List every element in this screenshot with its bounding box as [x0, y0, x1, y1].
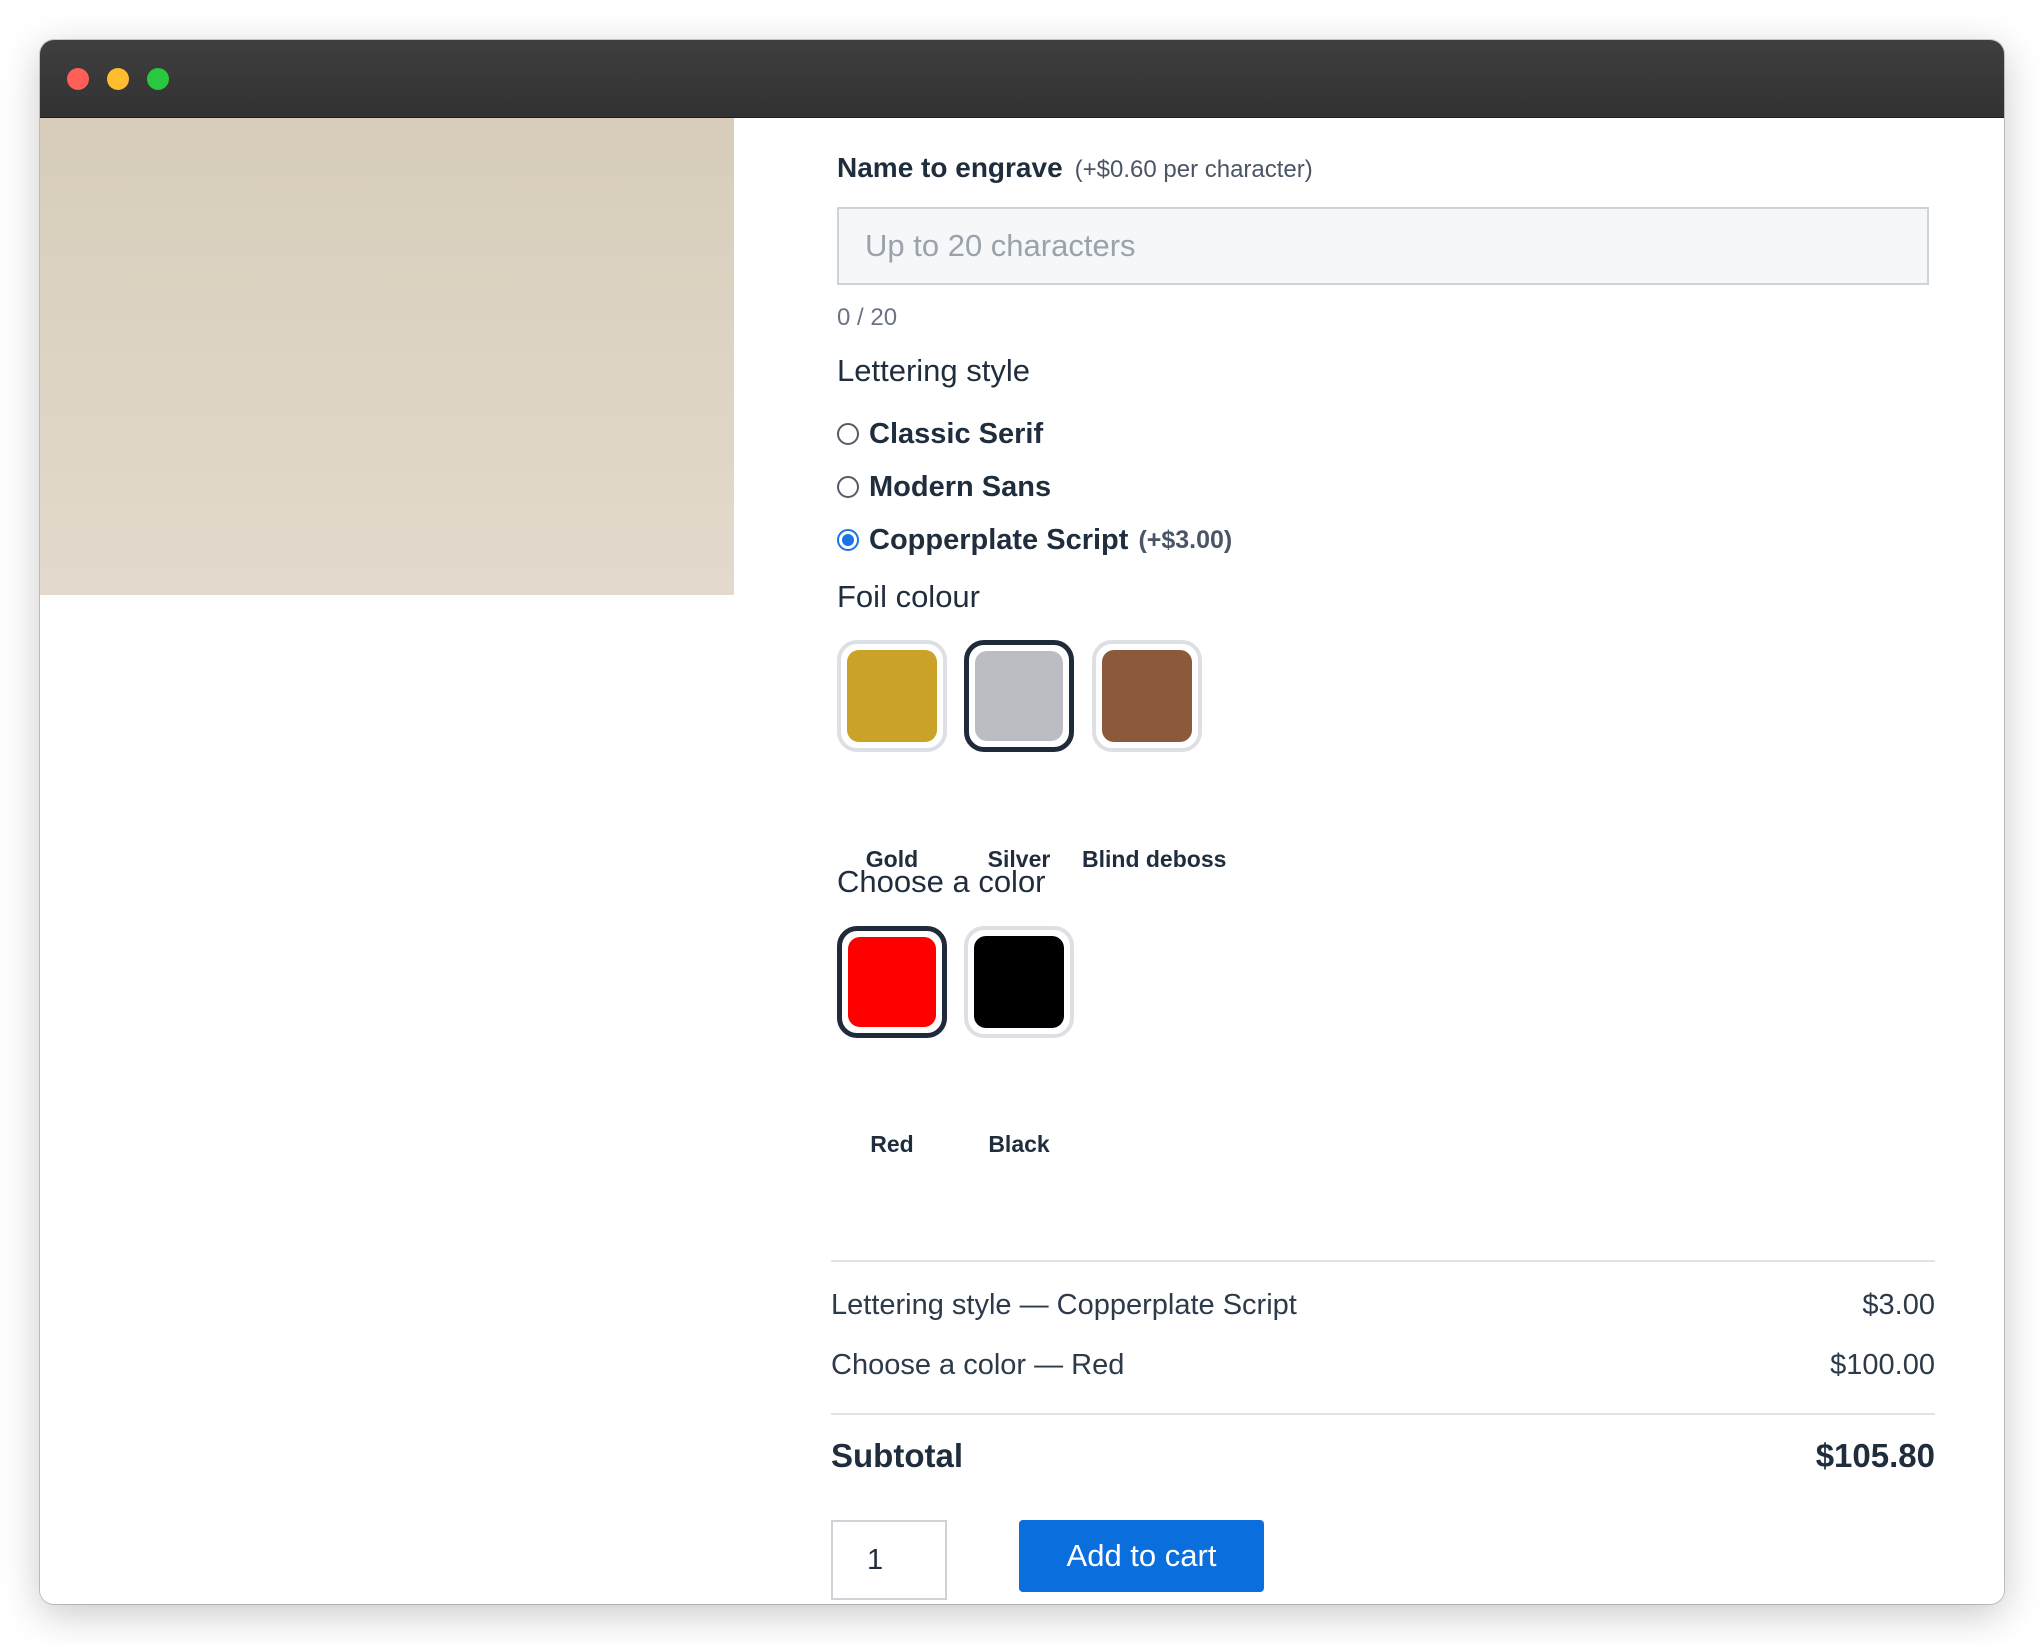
summary-divider-bottom	[831, 1413, 1935, 1415]
minimize-window-button[interactable]	[107, 68, 129, 90]
radio-option-modern-sans[interactable]: Modern Sans	[837, 469, 1051, 505]
choose-color-title: Choose a color	[837, 864, 1046, 899]
radio-button-selected[interactable]	[837, 529, 859, 551]
title-bar	[40, 40, 2004, 118]
swatch-fill	[975, 651, 1063, 741]
foil-swatch-blind-deboss[interactable]	[1092, 640, 1202, 752]
radio-button[interactable]	[837, 423, 859, 445]
radio-option-label: Copperplate Script	[869, 523, 1129, 556]
engrave-label-text: Name to engrave	[837, 152, 1063, 183]
swatch-fill	[1102, 650, 1192, 742]
swatch-fill	[974, 936, 1064, 1028]
close-window-button[interactable]	[67, 68, 89, 90]
color-swatch-label: Red	[870, 1131, 914, 1157]
engrave-name-input[interactable]	[837, 207, 1929, 285]
subtotal-row: Subtotal $105.80	[831, 1437, 1935, 1481]
radio-option-classic-serif[interactable]: Classic Serif	[837, 416, 1043, 452]
summary-line-price: $100.00	[1830, 1349, 1935, 1381]
summary-line-price: $3.00	[1862, 1289, 1935, 1321]
engrave-price-hint: (+$0.60 per character)	[1074, 156, 1313, 183]
page-content: Name to engrave (+$0.60 per character) 0 …	[40, 118, 2004, 1604]
quantity-input[interactable]	[831, 1520, 947, 1600]
character-counter: 0 / 20	[837, 304, 898, 331]
subtotal-value: $105.80	[1815, 1437, 1935, 1474]
summary-line-lettering: Lettering style — Copperplate Script $3.…	[831, 1289, 1935, 1329]
foil-swatch-gold[interactable]	[837, 640, 947, 752]
add-to-cart-button[interactable]: Add to cart	[1019, 1520, 1264, 1592]
maximize-window-button[interactable]	[147, 68, 169, 90]
radio-option-label: Modern Sans	[869, 470, 1052, 503]
color-swatch-red[interactable]	[837, 926, 947, 1038]
foil-swatch-silver[interactable]	[964, 640, 1074, 752]
summary-divider-top	[831, 1260, 1935, 1262]
browser-window: Name to engrave (+$0.60 per character) 0 …	[40, 40, 2004, 1604]
swatch-fill	[848, 937, 936, 1027]
personalization-panel: Name to engrave (+$0.60 per character) 0 …	[831, 118, 1947, 1604]
lettering-style-title: Lettering style	[837, 353, 1030, 388]
radio-option-copperplate-script[interactable]: Copperplate Script (+$3.00)	[837, 522, 1232, 558]
radio-option-surcharge: (+$3.00)	[1138, 525, 1233, 554]
radio-option-label: Classic Serif	[869, 417, 1044, 450]
summary-line-name: Lettering style — Copperplate Script	[831, 1289, 1297, 1321]
color-swatch-black[interactable]	[964, 926, 1074, 1038]
foil-swatch-label: Blind deboss	[1082, 846, 1227, 872]
summary-line-color: Choose a color — Red $100.00	[831, 1349, 1935, 1389]
product-image	[40, 118, 734, 595]
engrave-field-label: Name to engrave (+$0.60 per character)	[837, 152, 1313, 184]
subtotal-label: Subtotal	[831, 1437, 963, 1474]
color-swatch-label: Black	[988, 1131, 1050, 1157]
radio-button[interactable]	[837, 476, 859, 498]
swatch-fill	[847, 650, 937, 742]
summary-line-name: Choose a color — Red	[831, 1349, 1125, 1381]
foil-colour-title: Foil colour	[837, 579, 980, 614]
